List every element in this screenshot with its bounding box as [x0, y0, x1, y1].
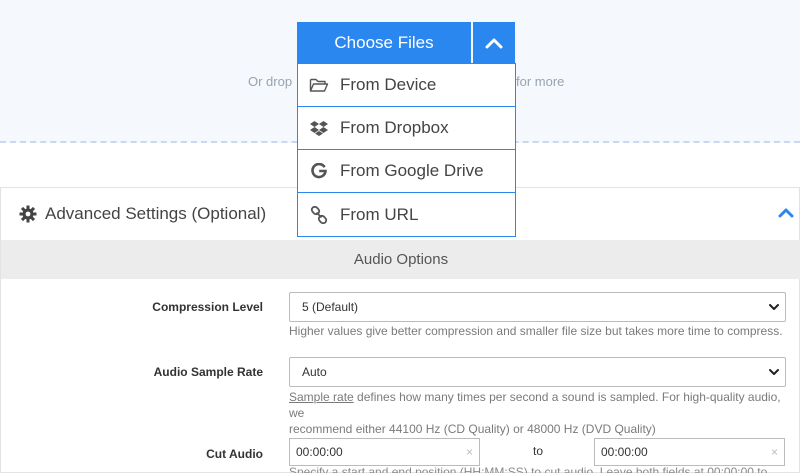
link-icon	[308, 205, 330, 225]
menu-item-label: From URL	[340, 204, 419, 224]
chevron-up-icon	[485, 38, 503, 48]
section-title: Audio Options	[353, 251, 449, 268]
advanced-settings-title: Advanced Settings (Optional)	[45, 204, 267, 223]
chevron-down-icon	[769, 369, 779, 375]
menu-item-label: From Device	[340, 75, 437, 94]
chevron-down-icon	[769, 304, 779, 310]
menu-item-from-device[interactable]: From Device	[298, 64, 515, 107]
drop-text-right: for more	[516, 74, 565, 89]
menu-item-from-url[interactable]: From URL	[298, 193, 515, 236]
cut-audio-help-text: Specify a start and end position (HH:MM:…	[289, 465, 768, 473]
help-line-2: recommend either 44100 Hz (CD Quality) o…	[289, 422, 656, 436]
sample-rate-link[interactable]: Sample rate	[289, 390, 354, 404]
clear-icon[interactable]: ×	[466, 445, 473, 459]
sample-rate-select[interactable]: Auto	[289, 357, 786, 387]
audio-options-section-header: Audio Options	[1, 240, 800, 279]
choose-files-button[interactable]: Choose Files	[297, 22, 471, 63]
upload-source-menu: From Device From Dropbox From Google Dri…	[297, 63, 516, 237]
select-value: 5 (Default)	[302, 300, 359, 314]
google-icon	[308, 161, 330, 181]
cut-end-input[interactable]: 00:00:00 ×	[594, 438, 785, 466]
folder-open-icon	[308, 75, 330, 95]
menu-item-from-google-drive[interactable]: From Google Drive	[298, 150, 515, 193]
cut-start-input[interactable]: 00:00:00 ×	[289, 438, 480, 466]
sample-rate-help-text: Sample rate defines how many times per s…	[289, 389, 789, 437]
dropbox-icon	[308, 118, 330, 138]
compression-level-label: Compression Level	[152, 300, 263, 314]
drop-text-left: Or drop	[248, 74, 293, 89]
input-value: 00:00:00	[296, 445, 343, 459]
sample-rate-label: Audio Sample Rate	[153, 365, 263, 379]
choose-files-label: Choose Files	[334, 32, 434, 52]
select-value: Auto	[302, 365, 327, 379]
help-line-1: defines how many times per second a soun…	[289, 390, 781, 420]
cut-audio-label: Cut Audio	[206, 447, 263, 461]
to-label: to	[533, 444, 544, 458]
clear-icon[interactable]: ×	[771, 445, 778, 459]
compression-level-select[interactable]: 5 (Default)	[289, 292, 786, 322]
chevron-up-icon[interactable]	[778, 207, 794, 218]
input-value: 00:00:00	[601, 445, 648, 459]
choose-files-toggle[interactable]	[473, 22, 515, 63]
menu-item-label: From Dropbox	[340, 118, 449, 137]
gear-icon	[19, 205, 37, 223]
compression-help-text: Higher values give better compression an…	[289, 324, 783, 338]
menu-item-from-dropbox[interactable]: From Dropbox	[298, 107, 515, 150]
menu-item-label: From Google Drive	[340, 161, 484, 180]
